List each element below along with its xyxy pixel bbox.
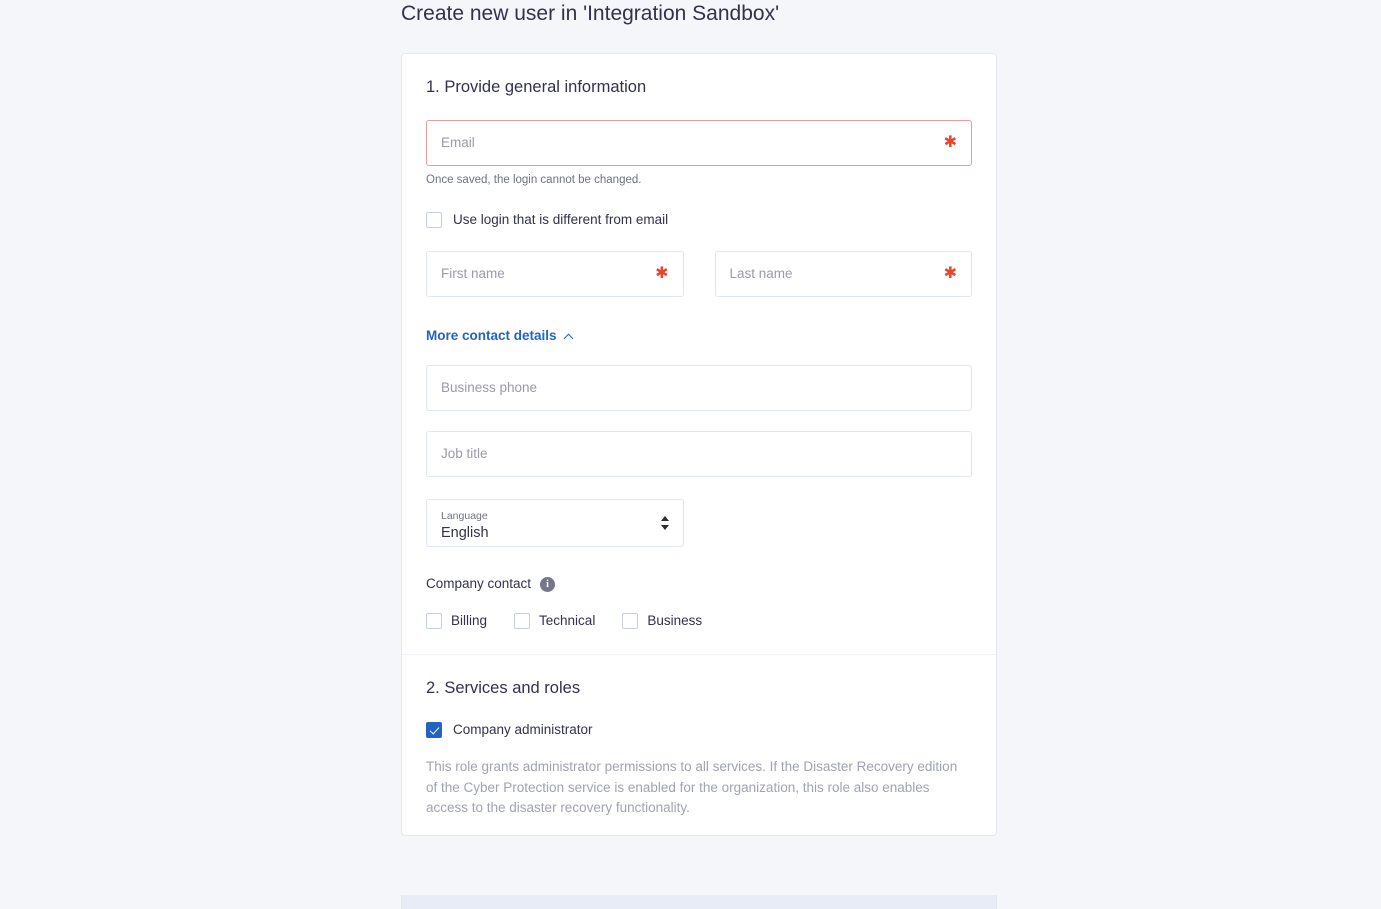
- use-login-checkbox[interactable]: [426, 212, 442, 228]
- section-services-title: 2. Services and roles: [426, 679, 581, 697]
- last-name-required-asterisk: ✱: [943, 265, 957, 282]
- create-user-card: 1. Provide general information Email ✱ O…: [401, 53, 997, 836]
- company-administrator-checkbox[interactable]: [426, 722, 442, 738]
- company-contact-label-row: Company contact i: [426, 575, 972, 593]
- language-select[interactable]: Language English: [426, 499, 684, 547]
- company-administrator-description: This role grants administrator permissio…: [426, 759, 958, 815]
- last-name-field[interactable]: Last name ✱: [714, 251, 972, 297]
- company-administrator-label: Company administrator: [453, 722, 593, 737]
- create-user-page: Create new user in 'Integration Sandbox'…: [0, 0, 1381, 909]
- email-hint: Once saved, the login cannot be changed.: [426, 174, 642, 186]
- first-name-field[interactable]: First name ✱: [426, 251, 684, 297]
- select-arrows-icon: [661, 515, 670, 531]
- company-contact-billing-checkbox[interactable]: [426, 613, 442, 629]
- company-administrator-row[interactable]: Company administrator: [426, 721, 972, 739]
- company-contact-business-label: Business: [647, 613, 703, 628]
- company-contact-label: Company contact: [426, 576, 532, 591]
- company-contact-business-row[interactable]: Business: [622, 612, 702, 630]
- business-phone-field[interactable]: Business phone: [426, 365, 972, 411]
- language-select-value: English: [441, 524, 489, 541]
- job-title-field[interactable]: Job title: [426, 431, 972, 477]
- email-field[interactable]: Email ✱: [426, 120, 972, 166]
- first-name-required-asterisk: ✱: [655, 265, 669, 282]
- section-general-information: 1. Provide general information Email ✱ O…: [402, 54, 996, 654]
- more-contact-details-label: More contact details: [426, 328, 557, 343]
- use-login-checkbox-label: Use login that is different from email: [453, 212, 669, 227]
- business-phone-placeholder: Business phone: [441, 380, 538, 395]
- company-contact-billing-label: Billing: [451, 613, 488, 628]
- chevron-up-icon: [565, 333, 574, 342]
- info-icon[interactable]: i: [540, 576, 556, 592]
- language-select-label: Language: [441, 509, 488, 522]
- company-contact-technical-row[interactable]: Technical: [514, 612, 595, 630]
- company-contact-technical-label: Technical: [539, 613, 596, 628]
- company-contact-billing-row[interactable]: Billing: [426, 612, 487, 630]
- more-contact-details-toggle[interactable]: More contact details: [426, 327, 574, 345]
- name-fields-row: First name ✱ Last name ✱: [426, 251, 972, 297]
- email-placeholder: Email: [441, 135, 475, 150]
- last-name-placeholder: Last name: [729, 266, 793, 281]
- company-contact-technical-checkbox[interactable]: [514, 613, 531, 629]
- job-title-placeholder: Job title: [441, 446, 488, 461]
- company-contact-business-checkbox[interactable]: [622, 613, 639, 629]
- company-contact-options: Billing Technical Business: [426, 612, 972, 630]
- next-section-highlight-band: [401, 895, 997, 909]
- first-name-placeholder: First name: [441, 266, 505, 281]
- section-services-and-roles: 2. Services and roles Company administra…: [402, 655, 996, 835]
- page-title: Create new user in 'Integration Sandbox': [401, 2, 780, 25]
- use-login-checkbox-row[interactable]: Use login that is different from email: [426, 211, 972, 229]
- email-required-asterisk: ✱: [943, 134, 957, 151]
- section-general-title: 1. Provide general information: [426, 78, 647, 96]
